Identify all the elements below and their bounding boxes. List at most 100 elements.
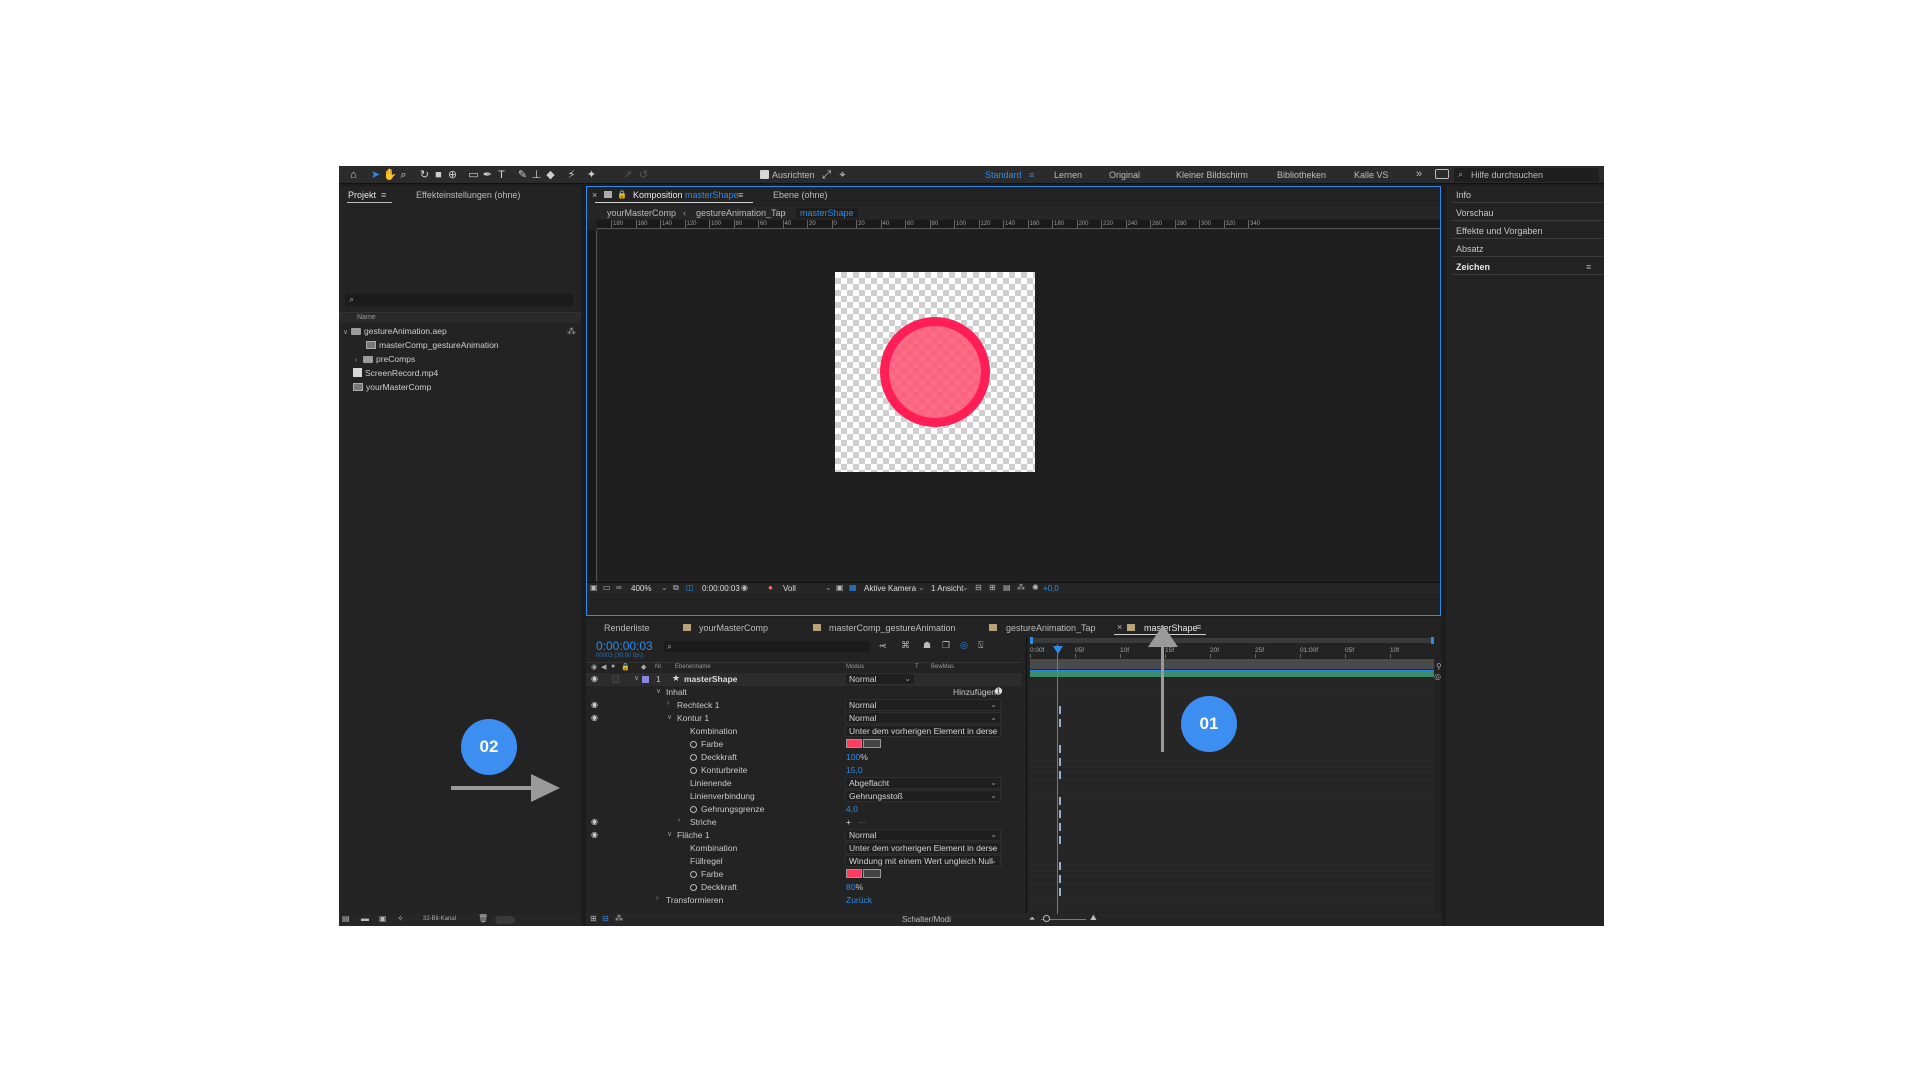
- share-icon[interactable]: [1435, 169, 1449, 179]
- eye-icon[interactable]: ◉: [591, 674, 598, 683]
- clone-stamp-tool-icon[interactable]: ⊥: [530, 169, 543, 181]
- fill-opacity-value[interactable]: 80%: [846, 882, 863, 892]
- tab-render-queue[interactable]: Renderliste: [604, 623, 650, 633]
- fit-icon[interactable]: ⧉: [673, 583, 679, 593]
- keyframe-marker[interactable]: [1059, 875, 1061, 883]
- property-fill-rule[interactable]: Füllregel Windung mit einem Wert ungleic…: [586, 855, 1022, 868]
- viewer-timecode[interactable]: 0:00:00:03: [702, 584, 740, 593]
- audio-icon[interactable]: ◀: [601, 663, 606, 671]
- frame-blending-icon[interactable]: ❐: [942, 640, 950, 651]
- property-line-join[interactable]: Linienverbindung Gehrungsstoß ⌄: [586, 790, 1022, 803]
- transparency-grid-icon[interactable]: ▦: [849, 583, 857, 592]
- fill-rule-select[interactable]: Windung mit einem Wert ungleich Null ⌄: [845, 855, 1001, 867]
- brush-tool-icon[interactable]: ✎: [516, 169, 529, 181]
- rectangle-tool-icon[interactable]: ▭: [467, 169, 480, 181]
- work-area-end-handle[interactable]: [1431, 637, 1434, 644]
- property-track[interactable]: [1030, 873, 1434, 885]
- line-cap-select[interactable]: Abgeflacht ⌄: [845, 777, 1001, 789]
- home-icon[interactable]: ⌂: [347, 169, 360, 181]
- lock-icon[interactable]: 🔒: [621, 663, 630, 671]
- property-track[interactable]: [1030, 808, 1434, 820]
- layer-duration-bar[interactable]: [1030, 670, 1434, 677]
- property-fill-color[interactable]: Farbe: [586, 868, 1022, 881]
- character-menu-icon[interactable]: ≡: [1586, 262, 1591, 272]
- property-track[interactable]: [1030, 847, 1434, 859]
- layer-row-mastershape[interactable]: ◉ ∨ 1 ★ masterShape Normal ⌄: [586, 673, 1022, 686]
- workspace-lernen[interactable]: Lernen: [1054, 170, 1082, 180]
- keyframe-marker[interactable]: [1059, 836, 1061, 844]
- rect-mode-select[interactable]: Normal ⌄: [845, 699, 1001, 711]
- property-track[interactable]: [1030, 860, 1434, 872]
- timeline-icon[interactable]: ▤: [1003, 583, 1011, 592]
- property-fill[interactable]: ◉ ∨ Fläche 1 Normal ⌄: [586, 829, 1022, 842]
- workspace-libraries[interactable]: Bibliotheken: [1277, 170, 1326, 180]
- exposure-icon[interactable]: ✺: [1032, 583, 1039, 592]
- time-ruler[interactable]: 0:00f 05f 10f 15f 20f 25f 01:00f 05f 10f: [1030, 644, 1434, 658]
- add-icon[interactable]: ➊: [995, 686, 1002, 697]
- solo-toggle[interactable]: [612, 675, 619, 683]
- property-track[interactable]: [1030, 782, 1434, 794]
- stopwatch-icon[interactable]: [690, 806, 697, 813]
- chevron-right-icon[interactable]: ›: [667, 700, 669, 707]
- stopwatch-icon[interactable]: [690, 767, 697, 774]
- snap-icon[interactable]: ⤢: [820, 169, 833, 181]
- interpret-footage-icon[interactable]: ▤: [342, 914, 350, 923]
- keyframe-marker[interactable]: [1059, 888, 1061, 896]
- settings-icon[interactable]: ✧: [397, 914, 404, 923]
- text-tool-icon[interactable]: T: [495, 169, 508, 181]
- thumbnail-toggle[interactable]: [495, 916, 515, 924]
- property-transform[interactable]: › Transformieren Zurück: [586, 894, 1022, 907]
- zoom-select[interactable]: 400%: [631, 584, 651, 593]
- layer-options-icon[interactable]: ◎: [1434, 672, 1441, 681]
- timeline-menu-icon[interactable]: ≡: [1196, 622, 1201, 632]
- tab-effect-controls[interactable]: Effekteinstellungen (ohne): [416, 190, 520, 200]
- property-track[interactable]: [1030, 899, 1434, 911]
- add-dash-icon[interactable]: +: [846, 817, 851, 827]
- dependency-icon[interactable]: ⁂: [567, 326, 576, 337]
- breadcrumb-gesture-tap[interactable]: gestureAnimation_Tap: [696, 208, 786, 218]
- new-comp-icon[interactable]: ▣: [379, 914, 387, 923]
- property-dashes[interactable]: ◉ › Striche + —: [586, 816, 1022, 829]
- tab-composition[interactable]: Komposition masterShape: [633, 190, 739, 200]
- chevron-down-icon[interactable]: ∨: [343, 328, 351, 336]
- keyframe-marker[interactable]: [1059, 706, 1061, 714]
- keyframe-marker[interactable]: [1059, 719, 1061, 727]
- property-miter[interactable]: Gehrungsgrenze 4,0: [586, 803, 1022, 816]
- chevron-down-icon[interactable]: ∨: [667, 830, 672, 838]
- chevron-down-icon[interactable]: ∨: [634, 674, 639, 682]
- 3d-view-icon[interactable]: ⊟: [975, 583, 982, 592]
- tree-item-precomps[interactable]: › preComps: [355, 354, 415, 368]
- workspace-menu-icon[interactable]: ≡: [1029, 170, 1034, 180]
- keyframe-marker[interactable]: [1059, 758, 1061, 766]
- tree-item-project-file[interactable]: ∨ gestureAnimation.aep: [343, 326, 447, 340]
- chevron-down-icon[interactable]: ⌄: [918, 583, 925, 592]
- layer-switches-icon[interactable]: ⊞: [590, 914, 597, 923]
- timeline-timecode[interactable]: 0:00:00:03: [596, 639, 653, 653]
- align-checkbox[interactable]: [760, 170, 769, 179]
- eye-icon[interactable]: ◉: [591, 700, 598, 709]
- property-combination[interactable]: Kombination Unter dem vorherigen Element…: [586, 725, 1022, 738]
- stroke-color-swatch[interactable]: [846, 739, 862, 748]
- solo-icon[interactable]: ●: [611, 663, 615, 670]
- work-area-start-handle[interactable]: [1030, 637, 1033, 644]
- playhead-line[interactable]: [1057, 644, 1058, 914]
- lock-icon[interactable]: 🔒: [617, 190, 627, 199]
- property-rect[interactable]: ◉ › Rechteck 1 Normal ⌄: [586, 699, 1022, 712]
- property-fill-combination[interactable]: Kombination Unter dem vorherigen Element…: [586, 842, 1022, 855]
- panel-gutter[interactable]: [1441, 186, 1446, 926]
- keyframe-marker[interactable]: [1059, 862, 1061, 870]
- chevron-down-icon[interactable]: ∨: [656, 687, 661, 695]
- roi-icon[interactable]: ▣: [836, 583, 844, 592]
- shy-icon[interactable]: ☗: [923, 640, 931, 651]
- property-track[interactable]: [1030, 769, 1434, 781]
- tab-yourmastercomp[interactable]: yourMasterComp: [699, 623, 768, 633]
- keyframe-marker[interactable]: [1059, 810, 1061, 818]
- keyframe-marker[interactable]: [1059, 797, 1061, 805]
- property-stroke-opacity[interactable]: Deckkraft 100%: [586, 751, 1022, 764]
- add-label[interactable]: Hinzufügen:: [953, 687, 998, 697]
- combination-select[interactable]: Unter dem vorherigen Element in derse ⌄: [845, 725, 1001, 737]
- workspace-original[interactable]: Original: [1109, 170, 1140, 180]
- tab-project[interactable]: Projekt: [348, 190, 376, 200]
- close-tab-icon[interactable]: ×: [592, 190, 597, 200]
- timeline-search-input[interactable]: ⌕: [664, 641, 870, 652]
